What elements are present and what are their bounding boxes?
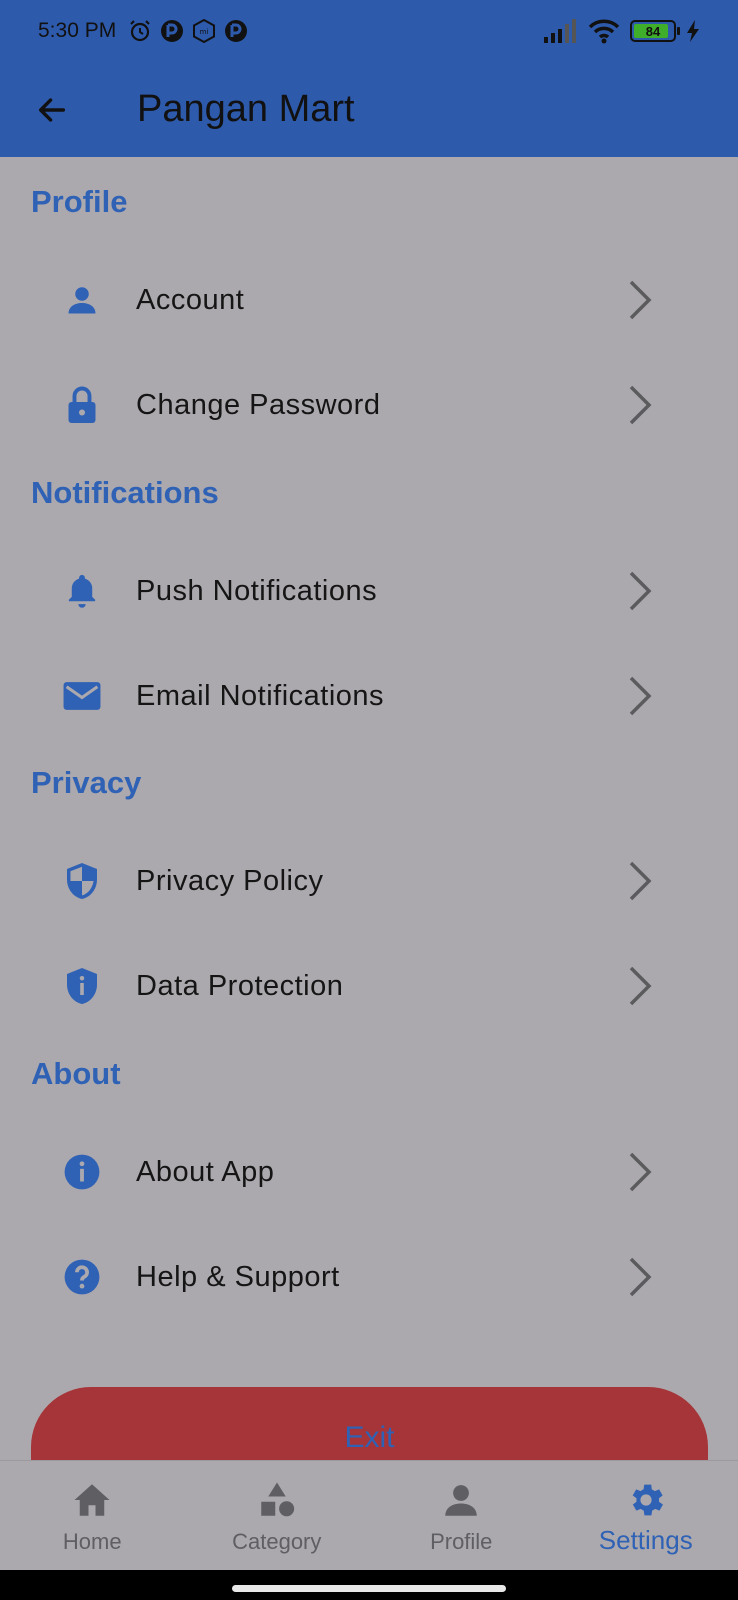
- settings-item-data-protection[interactable]: Data Protection: [0, 936, 738, 1036]
- lock-icon: [62, 385, 102, 425]
- settings-item-privacy-policy[interactable]: Privacy Policy: [0, 831, 738, 931]
- chevron-right-icon: [629, 1152, 652, 1192]
- settings-item-label: Account: [136, 283, 245, 316]
- exit-button[interactable]: Exit: [31, 1387, 708, 1460]
- nav-label: Category: [232, 1529, 322, 1554]
- bell-icon: [62, 571, 102, 611]
- settings-item-change-password[interactable]: Change Password: [0, 355, 738, 455]
- nav-label: Home: [62, 1529, 122, 1554]
- settings-item-label: Data Protection: [136, 969, 344, 1002]
- back-button[interactable]: [22, 80, 82, 140]
- status-bar: 5:30 PM mi 84: [0, 0, 738, 62]
- settings-list[interactable]: Profile Account Change Password Notifica…: [0, 157, 738, 1460]
- settings-item-about-app[interactable]: About App: [0, 1122, 738, 1222]
- settings-item-label: Help & Support: [136, 1260, 340, 1293]
- nav-item-category[interactable]: Category: [185, 1461, 370, 1570]
- settings-item-email-notifications[interactable]: Email Notifications: [0, 646, 738, 746]
- app-bar: Pangan Mart: [0, 62, 738, 157]
- exit-button-label: Exit: [344, 1421, 395, 1454]
- info-icon: [62, 1152, 102, 1192]
- alarm-icon: [130, 20, 150, 42]
- arrow-left-icon: [38, 97, 66, 122]
- bottom-nav: Home Category Profile Settings: [0, 1460, 738, 1570]
- chevron-right-icon: [629, 1257, 652, 1297]
- settings-item-account[interactable]: Account: [0, 250, 738, 350]
- gesture-bar: [0, 1570, 738, 1600]
- signal-icon: [544, 19, 576, 43]
- shield-icon: [62, 861, 102, 901]
- wifi-icon: [588, 19, 620, 44]
- app-notification-icon: [161, 20, 184, 42]
- settings-item-push-notifications[interactable]: Push Notifications: [0, 541, 738, 641]
- section-title-about: About: [31, 1056, 121, 1091]
- settings-item-label: Privacy Policy: [136, 864, 324, 897]
- svg-text:mi: mi: [200, 28, 209, 36]
- battery-icon: 84: [630, 20, 680, 42]
- chevron-right-icon: [629, 280, 652, 320]
- gear-icon: [632, 1484, 663, 1516]
- home-icon: [74, 1484, 110, 1516]
- nav-item-home[interactable]: Home: [0, 1461, 185, 1570]
- section-title-notifications: Notifications: [31, 475, 219, 510]
- nav-label: Profile: [430, 1529, 493, 1554]
- page-title: Pangan Mart: [137, 88, 355, 130]
- chevron-right-icon: [629, 676, 652, 716]
- person-icon: [445, 1485, 477, 1516]
- chevron-right-icon: [629, 861, 652, 901]
- app-notification-icon: [225, 20, 248, 42]
- category-icon: [261, 1482, 294, 1517]
- chevron-right-icon: [629, 571, 652, 611]
- settings-item-label: Change Password: [136, 388, 381, 421]
- person-icon: [62, 280, 102, 320]
- help-icon: [62, 1257, 102, 1297]
- settings-item-label: Email Notifications: [136, 679, 385, 712]
- nav-label: Settings: [598, 1525, 693, 1555]
- charging-icon: [687, 20, 699, 42]
- section-title-privacy: Privacy: [31, 765, 142, 800]
- nav-item-settings[interactable]: Settings: [554, 1461, 738, 1570]
- settings-item-label: Push Notifications: [136, 574, 378, 607]
- mi-icon: mi: [193, 19, 216, 43]
- settings-item-help-support[interactable]: Help & Support: [0, 1227, 738, 1327]
- chevron-right-icon: [629, 966, 652, 1006]
- mail-icon: [62, 676, 102, 716]
- nav-item-profile[interactable]: Profile: [369, 1461, 554, 1570]
- home-indicator[interactable]: [232, 1585, 506, 1592]
- battery-level: 84: [645, 23, 661, 39]
- section-title-profile: Profile: [31, 184, 128, 219]
- settings-item-label: About App: [136, 1155, 275, 1188]
- status-time: 5:30 PM: [38, 19, 117, 42]
- shield-info-icon: [62, 966, 102, 1006]
- chevron-right-icon: [629, 385, 652, 425]
